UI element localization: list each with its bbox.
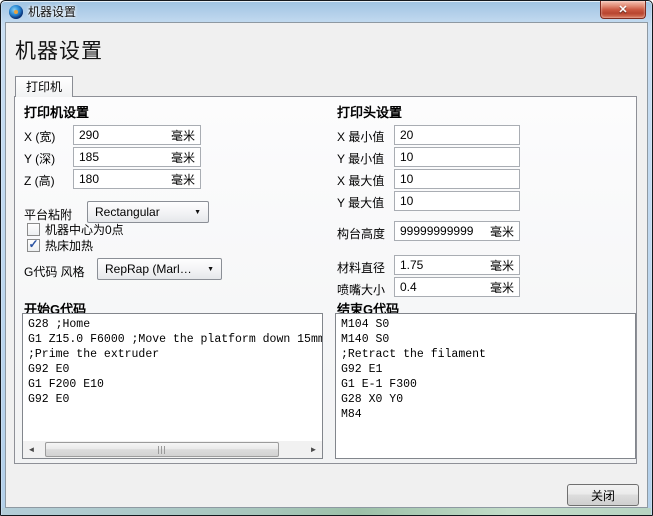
y-max-field[interactable]: 10 <box>394 191 520 211</box>
x-max-value: 10 <box>400 172 413 186</box>
scroll-left-icon[interactable]: ◄ <box>23 441 40 458</box>
y-min-value: 10 <box>400 150 413 164</box>
gcode-flavor-select[interactable]: RepRap (Marl… ▼ <box>97 258 222 280</box>
nozzle-size-field[interactable]: 0.4 毫米 <box>394 277 520 297</box>
machine-height-value: 180 <box>79 172 99 186</box>
y-min-field[interactable]: 10 <box>394 147 520 167</box>
start-gcode-content: G28 ;Home G1 Z15.0 F6000 ;Move the platf… <box>23 314 322 410</box>
gcode-flavor-value: RepRap (Marl… <box>105 262 192 276</box>
scroll-right-icon[interactable]: ► <box>305 441 322 458</box>
gantry-height-label: 构台高度 <box>337 225 385 242</box>
scrollbar-thumb[interactable] <box>45 442 279 457</box>
x-max-label: X 最大值 <box>337 172 384 189</box>
machine-width-label: X (宽) <box>24 128 55 145</box>
printer-tab-panel: 打印机设置 X (宽) 290 毫米 Y (深) 185 毫米 Z (高) 18… <box>14 96 637 464</box>
machine-width-unit: 毫米 <box>171 127 195 144</box>
nozzle-size-unit: 毫米 <box>490 279 514 296</box>
heated-bed-label: 热床加热 <box>45 237 93 254</box>
gantry-height-value: 99999999999 <box>400 224 473 238</box>
x-min-label: X 最小值 <box>337 128 384 145</box>
platform-adhesion-value: Rectangular <box>95 205 160 219</box>
horizontal-scrollbar[interactable]: ◄ ► <box>23 441 322 458</box>
material-diameter-unit: 毫米 <box>490 257 514 274</box>
machine-height-unit: 毫米 <box>171 171 195 188</box>
machine-center-zero-label: 机器中心为0点 <box>45 221 124 238</box>
end-gcode-content: M104 S0 M140 S0 ;Retract the filament G9… <box>336 314 635 425</box>
material-diameter-label: 材料直径 <box>337 259 385 276</box>
machine-depth-value: 185 <box>79 150 99 164</box>
close-dialog-button[interactable]: 关闭 <box>567 484 639 506</box>
printer-settings-title: 打印机设置 <box>24 102 89 121</box>
gcode-flavor-label: G代码 风格 <box>24 263 85 280</box>
machine-settings-window: 机器设置 ✕ 机器设置 打印机 打印机设置 X (宽) 290 毫米 Y (深)… <box>0 0 653 516</box>
chevron-down-icon: ▼ <box>207 266 214 273</box>
machine-height-field[interactable]: 180 毫米 <box>73 169 201 189</box>
tab-printer[interactable]: 打印机 <box>15 76 73 97</box>
check-icon: ✓ <box>28 238 38 250</box>
x-min-field[interactable]: 20 <box>394 125 520 145</box>
gantry-height-unit: 毫米 <box>490 223 514 240</box>
x-max-field[interactable]: 10 <box>394 169 520 189</box>
printhead-settings-title: 打印头设置 <box>337 102 402 121</box>
machine-depth-unit: 毫米 <box>171 149 195 166</box>
window-bottom-border <box>2 508 651 515</box>
heated-bed-checkbox[interactable]: ✓ 热床加热 <box>27 238 93 252</box>
titlebar[interactable]: 机器设置 ✕ <box>1 1 652 22</box>
chevron-down-icon: ▼ <box>194 209 201 216</box>
machine-width-field[interactable]: 290 毫米 <box>73 125 201 145</box>
nozzle-size-label: 喷嘴大小 <box>337 281 385 298</box>
machine-depth-label: Y (深) <box>24 150 55 167</box>
checkbox-box[interactable]: ✓ <box>27 223 40 236</box>
y-max-value: 10 <box>400 194 413 208</box>
x-min-value: 20 <box>400 128 413 142</box>
window-close-button[interactable]: ✕ <box>600 1 646 19</box>
machine-center-zero-checkbox[interactable]: ✓ 机器中心为0点 <box>27 222 124 236</box>
page-title: 机器设置 <box>15 35 103 65</box>
app-logo-icon <box>9 5 23 19</box>
material-diameter-value: 1.75 <box>400 258 423 272</box>
window-title: 机器设置 <box>28 3 76 20</box>
start-gcode-textarea[interactable]: G28 ;Home G1 Z15.0 F6000 ;Move the platf… <box>22 313 323 459</box>
gantry-height-field[interactable]: 99999999999 毫米 <box>394 221 520 241</box>
checkbox-box[interactable]: ✓ <box>27 239 40 252</box>
y-max-label: Y 最大值 <box>337 194 384 211</box>
y-min-label: Y 最小值 <box>337 150 384 167</box>
close-icon: ✕ <box>618 3 627 16</box>
end-gcode-textarea[interactable]: M104 S0 M140 S0 ;Retract the filament G9… <box>335 313 636 459</box>
machine-width-value: 290 <box>79 128 99 142</box>
dialog-client-area: 机器设置 打印机 打印机设置 X (宽) 290 毫米 Y (深) 185 毫米… <box>5 22 648 508</box>
scrollbar-grip-icon <box>158 446 166 454</box>
machine-height-label: Z (高) <box>24 172 55 189</box>
machine-depth-field[interactable]: 185 毫米 <box>73 147 201 167</box>
nozzle-size-value: 0.4 <box>400 280 417 294</box>
material-diameter-field[interactable]: 1.75 毫米 <box>394 255 520 275</box>
